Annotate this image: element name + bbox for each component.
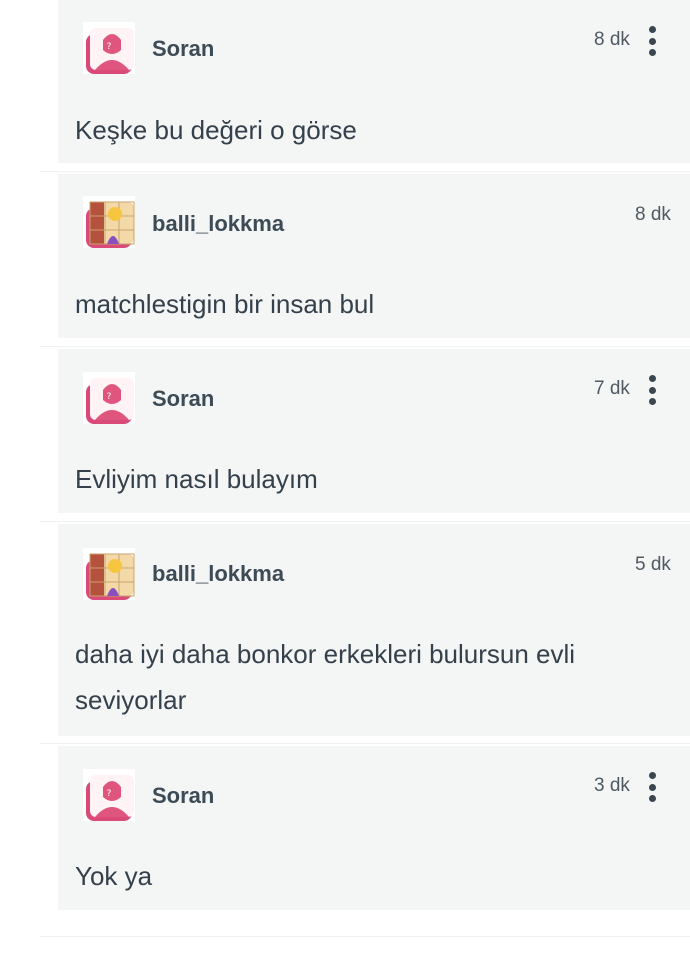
comment-divider [40, 521, 690, 522]
svg-text:?: ? [107, 789, 112, 799]
comment-divider [40, 346, 690, 347]
user-photo-icon [83, 548, 135, 600]
comment-text: daha iyi daha bonkor erkekleri bulursun … [75, 639, 576, 715]
avatar[interactable]: ? [83, 769, 135, 821]
comment-text: matchlestigin bir insan bul [75, 289, 375, 319]
anonymous-woman-icon: ? [83, 22, 135, 74]
comment-divider [40, 171, 690, 172]
comment-divider [40, 936, 690, 937]
comment-text: Keşke bu değeri o görse [75, 115, 357, 145]
username[interactable]: Soran [152, 36, 214, 62]
svg-text:?: ? [107, 392, 112, 402]
timestamp: 5 dk [635, 554, 671, 575]
user-photo-icon [83, 196, 135, 248]
comment-text: Yok ya [75, 861, 153, 891]
comment-item: ? Soran 8 dk Keşke bu değeri o görse [58, 0, 690, 163]
timestamp: 3 dk [594, 775, 630, 796]
username[interactable]: Soran [152, 386, 214, 412]
svg-text:?: ? [107, 42, 112, 52]
comment-item: ? Soran 7 dk Evliyim nasıl bulayım [58, 349, 690, 513]
comment-divider [40, 743, 690, 744]
username[interactable]: balli_lokkma [152, 211, 284, 237]
avatar[interactable] [83, 196, 135, 248]
avatar[interactable] [83, 548, 135, 600]
anonymous-woman-icon: ? [83, 372, 135, 424]
comment-text: Evliyim nasıl bulayım [75, 464, 318, 494]
comment-item: balli_lokkma 8 dk matchlestigin bir insa… [58, 174, 690, 338]
comment-item: ? Soran 3 dk Yok ya [58, 746, 690, 910]
comment-item: balli_lokkma 5 dk daha iyi daha bonkor e… [58, 524, 690, 736]
username[interactable]: balli_lokkma [152, 561, 284, 587]
username[interactable]: Soran [152, 783, 214, 809]
anonymous-woman-icon: ? [83, 769, 135, 821]
timestamp: 8 dk [594, 29, 630, 50]
timestamp: 7 dk [594, 378, 630, 399]
more-options-icon[interactable] [645, 375, 659, 405]
timestamp: 8 dk [635, 204, 671, 225]
avatar[interactable]: ? [83, 372, 135, 424]
more-options-icon[interactable] [645, 772, 659, 802]
more-options-icon[interactable] [645, 26, 659, 56]
avatar[interactable]: ? [83, 22, 135, 74]
